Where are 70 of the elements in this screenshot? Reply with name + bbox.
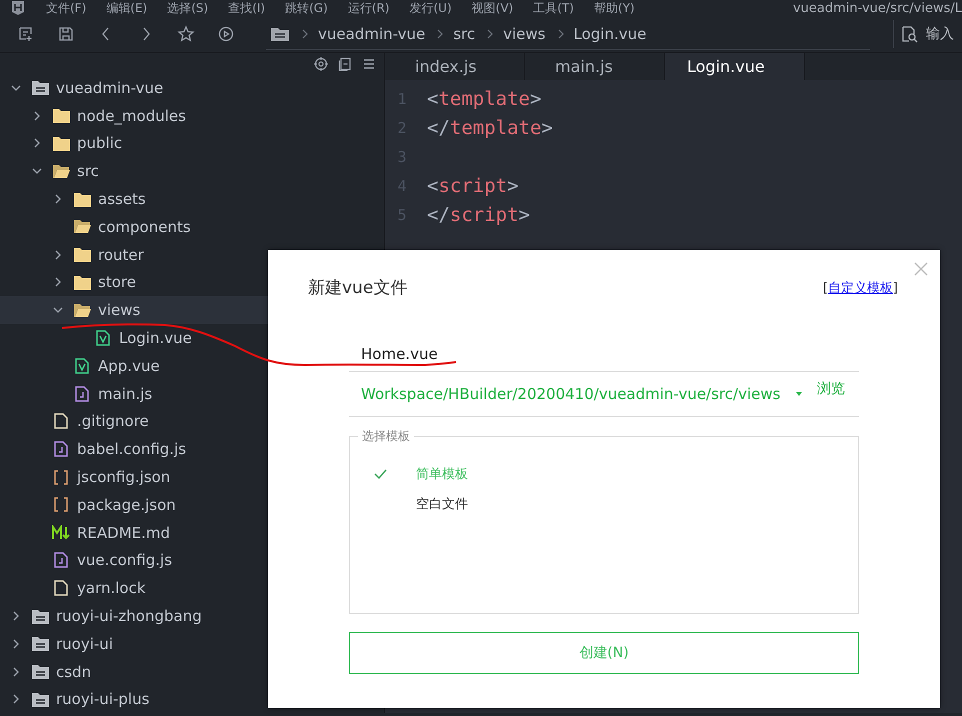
- menu-item[interactable]: 运行(R): [348, 0, 390, 16]
- file-icon: [54, 580, 68, 596]
- tree-item[interactable]: src: [0, 157, 384, 186]
- dialog-title: 新建vue文件: [308, 277, 408, 299]
- code-line: <template>: [427, 88, 542, 110]
- tree-item[interactable]: assets: [0, 185, 384, 213]
- tree-item[interactable]: vueadmin-vue: [0, 74, 384, 102]
- tree-item[interactable]: node_modules: [0, 102, 384, 130]
- open-folder-icon: [74, 302, 90, 318]
- menu-item[interactable]: 视图(V): [472, 0, 514, 16]
- tree-item[interactable]: ruoyi-ui-zhongbang: [0, 602, 384, 630]
- tree-item[interactable]: vue.config.js: [0, 546, 384, 574]
- folder-icon: [52, 108, 70, 124]
- document-icon: [54, 441, 68, 458]
- folder-icon: [270, 26, 290, 42]
- project-icon: [32, 608, 48, 624]
- menu-item[interactable]: 文件(F): [46, 0, 86, 16]
- menu-item[interactable]: 帮助(Y): [594, 0, 635, 16]
- open-folder-icon: [52, 164, 70, 179]
- code-line: <script>: [427, 174, 519, 196]
- project-icon: [32, 636, 48, 652]
- menu-item[interactable]: 发行(U): [409, 0, 452, 16]
- code-line: </script>: [427, 204, 530, 226]
- folder-icon: [74, 247, 90, 262]
- folder-icon: [74, 192, 90, 207]
- chevron-right-icon: [301, 28, 309, 40]
- menu-item[interactable]: 选择(S): [167, 0, 208, 16]
- menu-icon[interactable]: [362, 56, 376, 70]
- menu-item[interactable]: 跳转(G): [285, 0, 328, 16]
- breadcrumb-item[interactable]: views: [503, 24, 546, 42]
- chevron-right-icon: [436, 28, 444, 40]
- file-icon: [54, 413, 68, 430]
- breadcrumb-item[interactable]: Login.vue: [574, 24, 646, 42]
- markdown-icon: [52, 525, 70, 540]
- tree-item[interactable]: yarn.lock: [0, 574, 384, 602]
- brackets-icon: [53, 470, 69, 485]
- project-icon: [32, 664, 48, 680]
- chevron-right-icon: [486, 28, 494, 40]
- breadcrumb-item[interactable]: src: [453, 24, 476, 42]
- document-icon: [96, 330, 110, 346]
- breadcrumb-item[interactable]: vueadmin-vue: [318, 24, 426, 42]
- check-icon: [374, 469, 387, 479]
- tree-item[interactable]: public: [0, 130, 384, 158]
- folder-icon: [52, 136, 70, 151]
- caret-icon: [795, 391, 803, 397]
- document-icon: [75, 358, 89, 374]
- project-icon: [32, 80, 48, 96]
- project-icon: [32, 692, 48, 707]
- menu-item[interactable]: 查找(I): [228, 0, 266, 16]
- search-icon[interactable]: [900, 25, 918, 43]
- document-icon: [75, 386, 89, 402]
- open-folder-icon: [74, 219, 90, 234]
- tree-item[interactable]: README.md: [0, 518, 384, 547]
- custom-template-link[interactable]: [自定义模板]: [822, 278, 898, 296]
- menu-item[interactable]: 编辑(E): [106, 0, 148, 16]
- editor-tab[interactable]: Login.vue: [665, 53, 805, 80]
- document-icon: [54, 552, 68, 568]
- code-line: </template>: [427, 116, 553, 138]
- tree-item[interactable]: components: [0, 212, 384, 241]
- chevron-right-icon: [556, 28, 564, 40]
- locate-icon[interactable]: [314, 56, 328, 70]
- tree-item[interactable]: router: [0, 240, 384, 269]
- window-title: vueadmin-vue/src/views/L: [792, 0, 962, 16]
- folder-icon: [74, 274, 90, 290]
- brackets-icon: [53, 497, 69, 512]
- menu-item[interactable]: 工具(T): [533, 0, 574, 16]
- search-field[interactable]: 输入: [924, 25, 962, 43]
- group-label: 选择模板: [358, 428, 414, 445]
- collapse-icon[interactable]: [338, 56, 352, 70]
- tree-item[interactable]: ruoyi-ui-plus: [0, 686, 384, 714]
